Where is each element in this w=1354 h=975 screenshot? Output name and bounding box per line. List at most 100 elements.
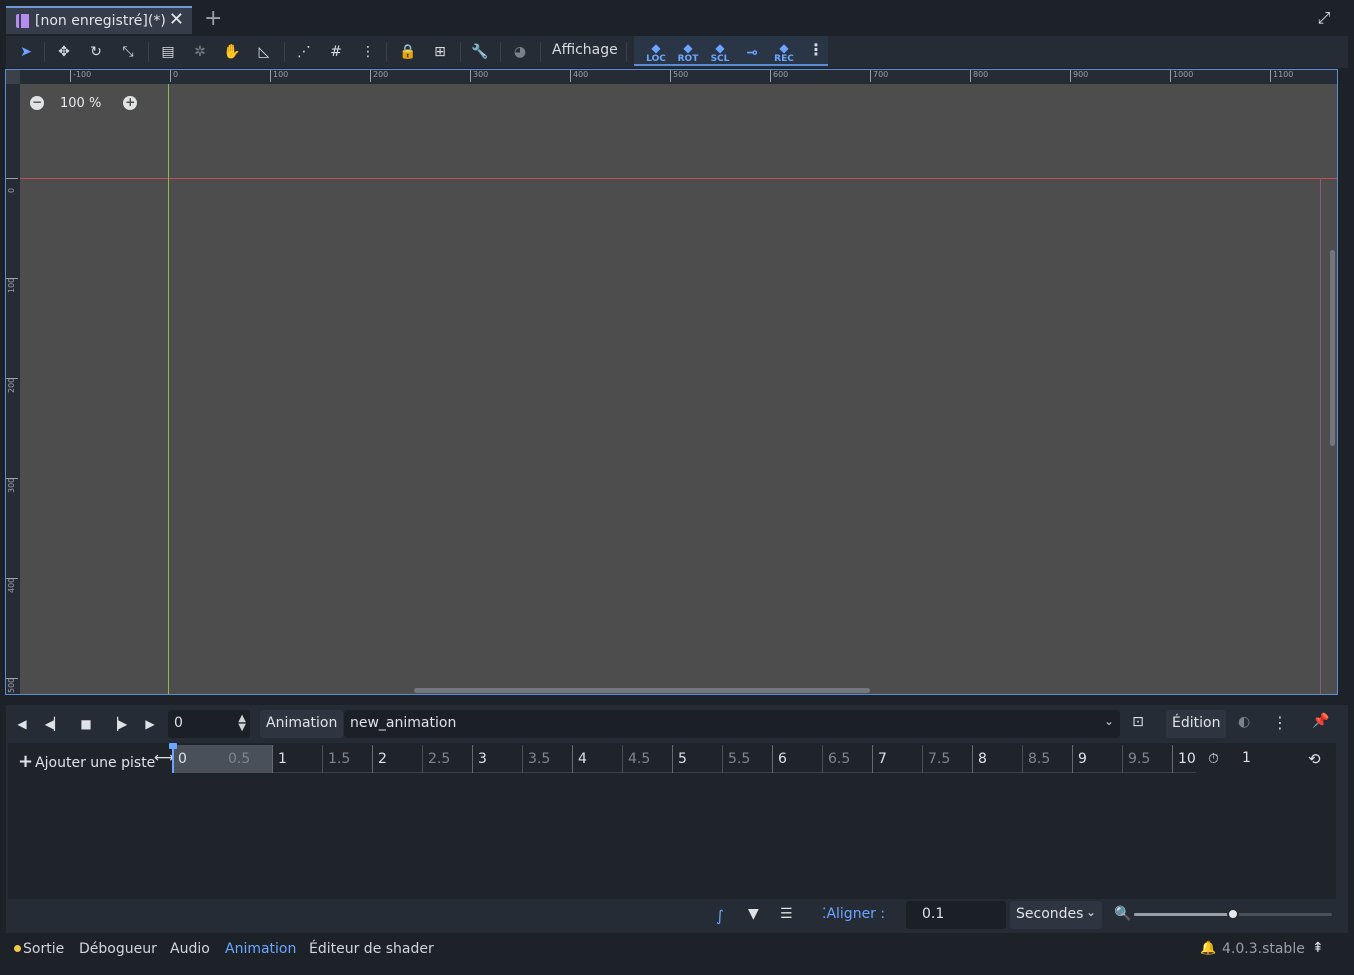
ruler-mode-icon[interactable]: ◺ [252,40,276,64]
timeline-ruler[interactable]: 0 0.5 1 1.5 2 2.5 3 3.5 4 4.5 5 5.5 6 6.… [169,743,1196,773]
animation-select[interactable]: new_animation ⌄ [344,710,1120,738]
track-editor[interactable]: + Ajouter une piste ⟷ 0 0.5 1 1.5 2 2.5 3… [8,743,1336,899]
ruler-tick: 300 [470,70,488,82]
pivot-mode-icon[interactable]: ✲ [188,40,212,64]
loop-icon[interactable]: ⟲ [1308,750,1321,768]
timeline-mark: 4 [572,745,587,773]
ruler-tick: 100 [6,277,18,293]
slider-handle[interactable] [1227,908,1239,920]
ruler-tick: 400 [570,70,588,82]
y-axis-line [168,84,169,694]
notification-icon[interactable]: 🔔 [1200,941,1216,956]
lock-icon[interactable]: 🔒 [396,40,420,64]
snap-step-input[interactable]: 0.1 [906,901,1006,929]
edit-menu-button[interactable]: Édition [1166,710,1227,738]
scene-tab-label: [non enregistré](*) [35,13,166,29]
timeline-mark: 2.5 [422,745,450,773]
bezier-editor-icon[interactable]: ∫ [716,907,724,925]
ruler-tick: 100 [270,70,288,82]
ruler-tick: 400 [6,577,18,593]
key-options-icon[interactable]: ⋮ [804,40,828,62]
spinner-icon[interactable]: ▲ ▼ [238,714,246,733]
timeline-mark: 10 [1172,745,1196,773]
vertical-scrollbar[interactable] [1330,250,1335,446]
canvas-toolbar: ➤ ✥ ↻ ⤡ ▤ ✲ ✋ ◺ ⋰ # ⋮ 🔒 ⊞ 🔧 ◕ Affichage … [6,36,1348,68]
play-backwards-from-end-icon[interactable]: ◀▏ [44,714,64,734]
dock-tab-output[interactable]: Sortie [14,941,64,957]
playhead[interactable] [169,743,177,773]
group-tracks-icon[interactable]: ☰ [780,906,793,922]
snap-toggle[interactable]: ⁚Aligner : [822,906,885,922]
ruler-tick: 500 [670,70,688,82]
canvas-viewport[interactable]: -100 0 100 200 300 400 500 600 700 800 9… [5,69,1338,695]
zoom-reset-button[interactable]: 100 % [60,96,101,111]
add-tab-icon[interactable]: + [204,6,222,31]
bone-icon[interactable]: 🔧 [468,40,492,64]
group-icon[interactable]: ⊞ [428,40,452,64]
timeline-zoom-slider[interactable] [1134,908,1332,920]
key-rotation-icon[interactable]: ◆ ROT [676,42,700,64]
animation-menu-button[interactable]: Animation [260,710,344,738]
vertical-ruler: 0 100 200 300 400 500 [6,84,20,694]
auto-key-icon[interactable]: ◆ REC [772,42,796,64]
expand-panel-icon[interactable]: ⇞ [1312,940,1324,956]
snap-options-icon[interactable]: ⋮ [356,40,380,64]
autoplay-icon[interactable]: ⊡ [1128,714,1148,730]
timeline-mark: 5.5 [722,745,750,773]
ruler-tick: 600 [770,70,788,82]
dock-tab-animation[interactable]: Animation [225,941,296,957]
pan-mode-icon[interactable]: ✋ [220,40,244,64]
screen-bounds-line [1320,178,1321,694]
stop-icon[interactable]: ■ [76,714,96,734]
bottom-dock: Sortie Débogueur Audio Animation Éditeur… [0,936,1354,966]
scale-mode-icon[interactable]: ⤡ [116,40,140,64]
zoom-out-icon[interactable]: − [30,96,44,110]
ruler-tick: 200 [6,377,18,393]
filter-icon[interactable]: ▼ [748,906,759,922]
view-menu[interactable]: Affichage [552,42,618,58]
onion-options-icon[interactable]: ⋮ [1272,713,1288,732]
key-scale-icon[interactable]: ◆ SCL [708,42,732,64]
ruler-tick: 0 [6,178,18,193]
close-icon[interactable]: ✕ [169,9,184,30]
grid-snap-icon[interactable]: # [324,40,348,64]
x-axis-line [20,178,1337,179]
timeline-mark: 1 [272,745,287,773]
play-from-start-icon[interactable]: ▕▶ [108,714,128,734]
key-location-icon[interactable]: ◆ LOC [644,42,668,64]
timeline-mark: 3.5 [522,745,550,773]
pin-icon[interactable]: 📌 [1312,713,1329,729]
list-select-icon[interactable]: ▤ [156,40,180,64]
insert-key-icon[interactable]: ⊸ [740,45,764,67]
move-mode-icon[interactable]: ✥ [52,40,76,64]
slider-fill [1134,913,1233,916]
smart-snap-icon[interactable]: ⋰ [292,40,316,64]
animation-length-input[interactable]: 1 [1234,745,1304,771]
dock-tab-shader-editor[interactable]: Éditeur de shader [309,941,434,957]
override-camera-icon[interactable]: ◕ [508,40,532,64]
animation-panel: ◀ ◀▏ ■ ▕▶ ▶ 0 ▲ ▼ Animation new_animation… [6,705,1348,933]
ruler-tick: 1000 [1170,70,1193,82]
dock-tab-audio[interactable]: Audio [170,941,210,957]
animation-controls: ◀ ◀▏ ■ ▕▶ ▶ 0 ▲ ▼ Animation new_animation… [6,705,1348,741]
play-backwards-icon[interactable]: ◀ [12,714,32,734]
onion-skin-icon[interactable]: ◐ [1238,714,1250,730]
timeline-mark: 4.5 [622,745,650,773]
play-icon[interactable]: ▶ [140,714,160,734]
dock-tab-debugger[interactable]: Débogueur [79,941,157,957]
timeline-mark: 8.5 [1022,745,1050,773]
current-time-input[interactable]: 0 ▲ ▼ [168,710,250,738]
zoom-in-icon[interactable]: + [123,96,138,110]
ruler-tick: 900 [1070,70,1088,82]
timeline-mark: 9 [1072,745,1087,773]
rotate-mode-icon[interactable]: ↻ [84,40,108,64]
snap-unit-select[interactable]: Secondes ⌄ [1010,901,1102,929]
scene-tab[interactable]: [non enregistré](*) ✕ [6,6,192,34]
select-mode-icon[interactable]: ➤ [14,40,38,64]
add-track-button[interactable]: + Ajouter une piste [18,751,155,772]
horizontal-scrollbar[interactable] [414,688,870,693]
animation-key-toolbar: ◆ LOC ◆ ROT ◆ SCL ⊸ ◆ REC ⋮ [634,36,828,66]
distraction-free-icon[interactable]: ⤢ [1314,8,1334,28]
scene-icon [16,14,31,28]
ruler-tick: 500 [6,677,18,693]
